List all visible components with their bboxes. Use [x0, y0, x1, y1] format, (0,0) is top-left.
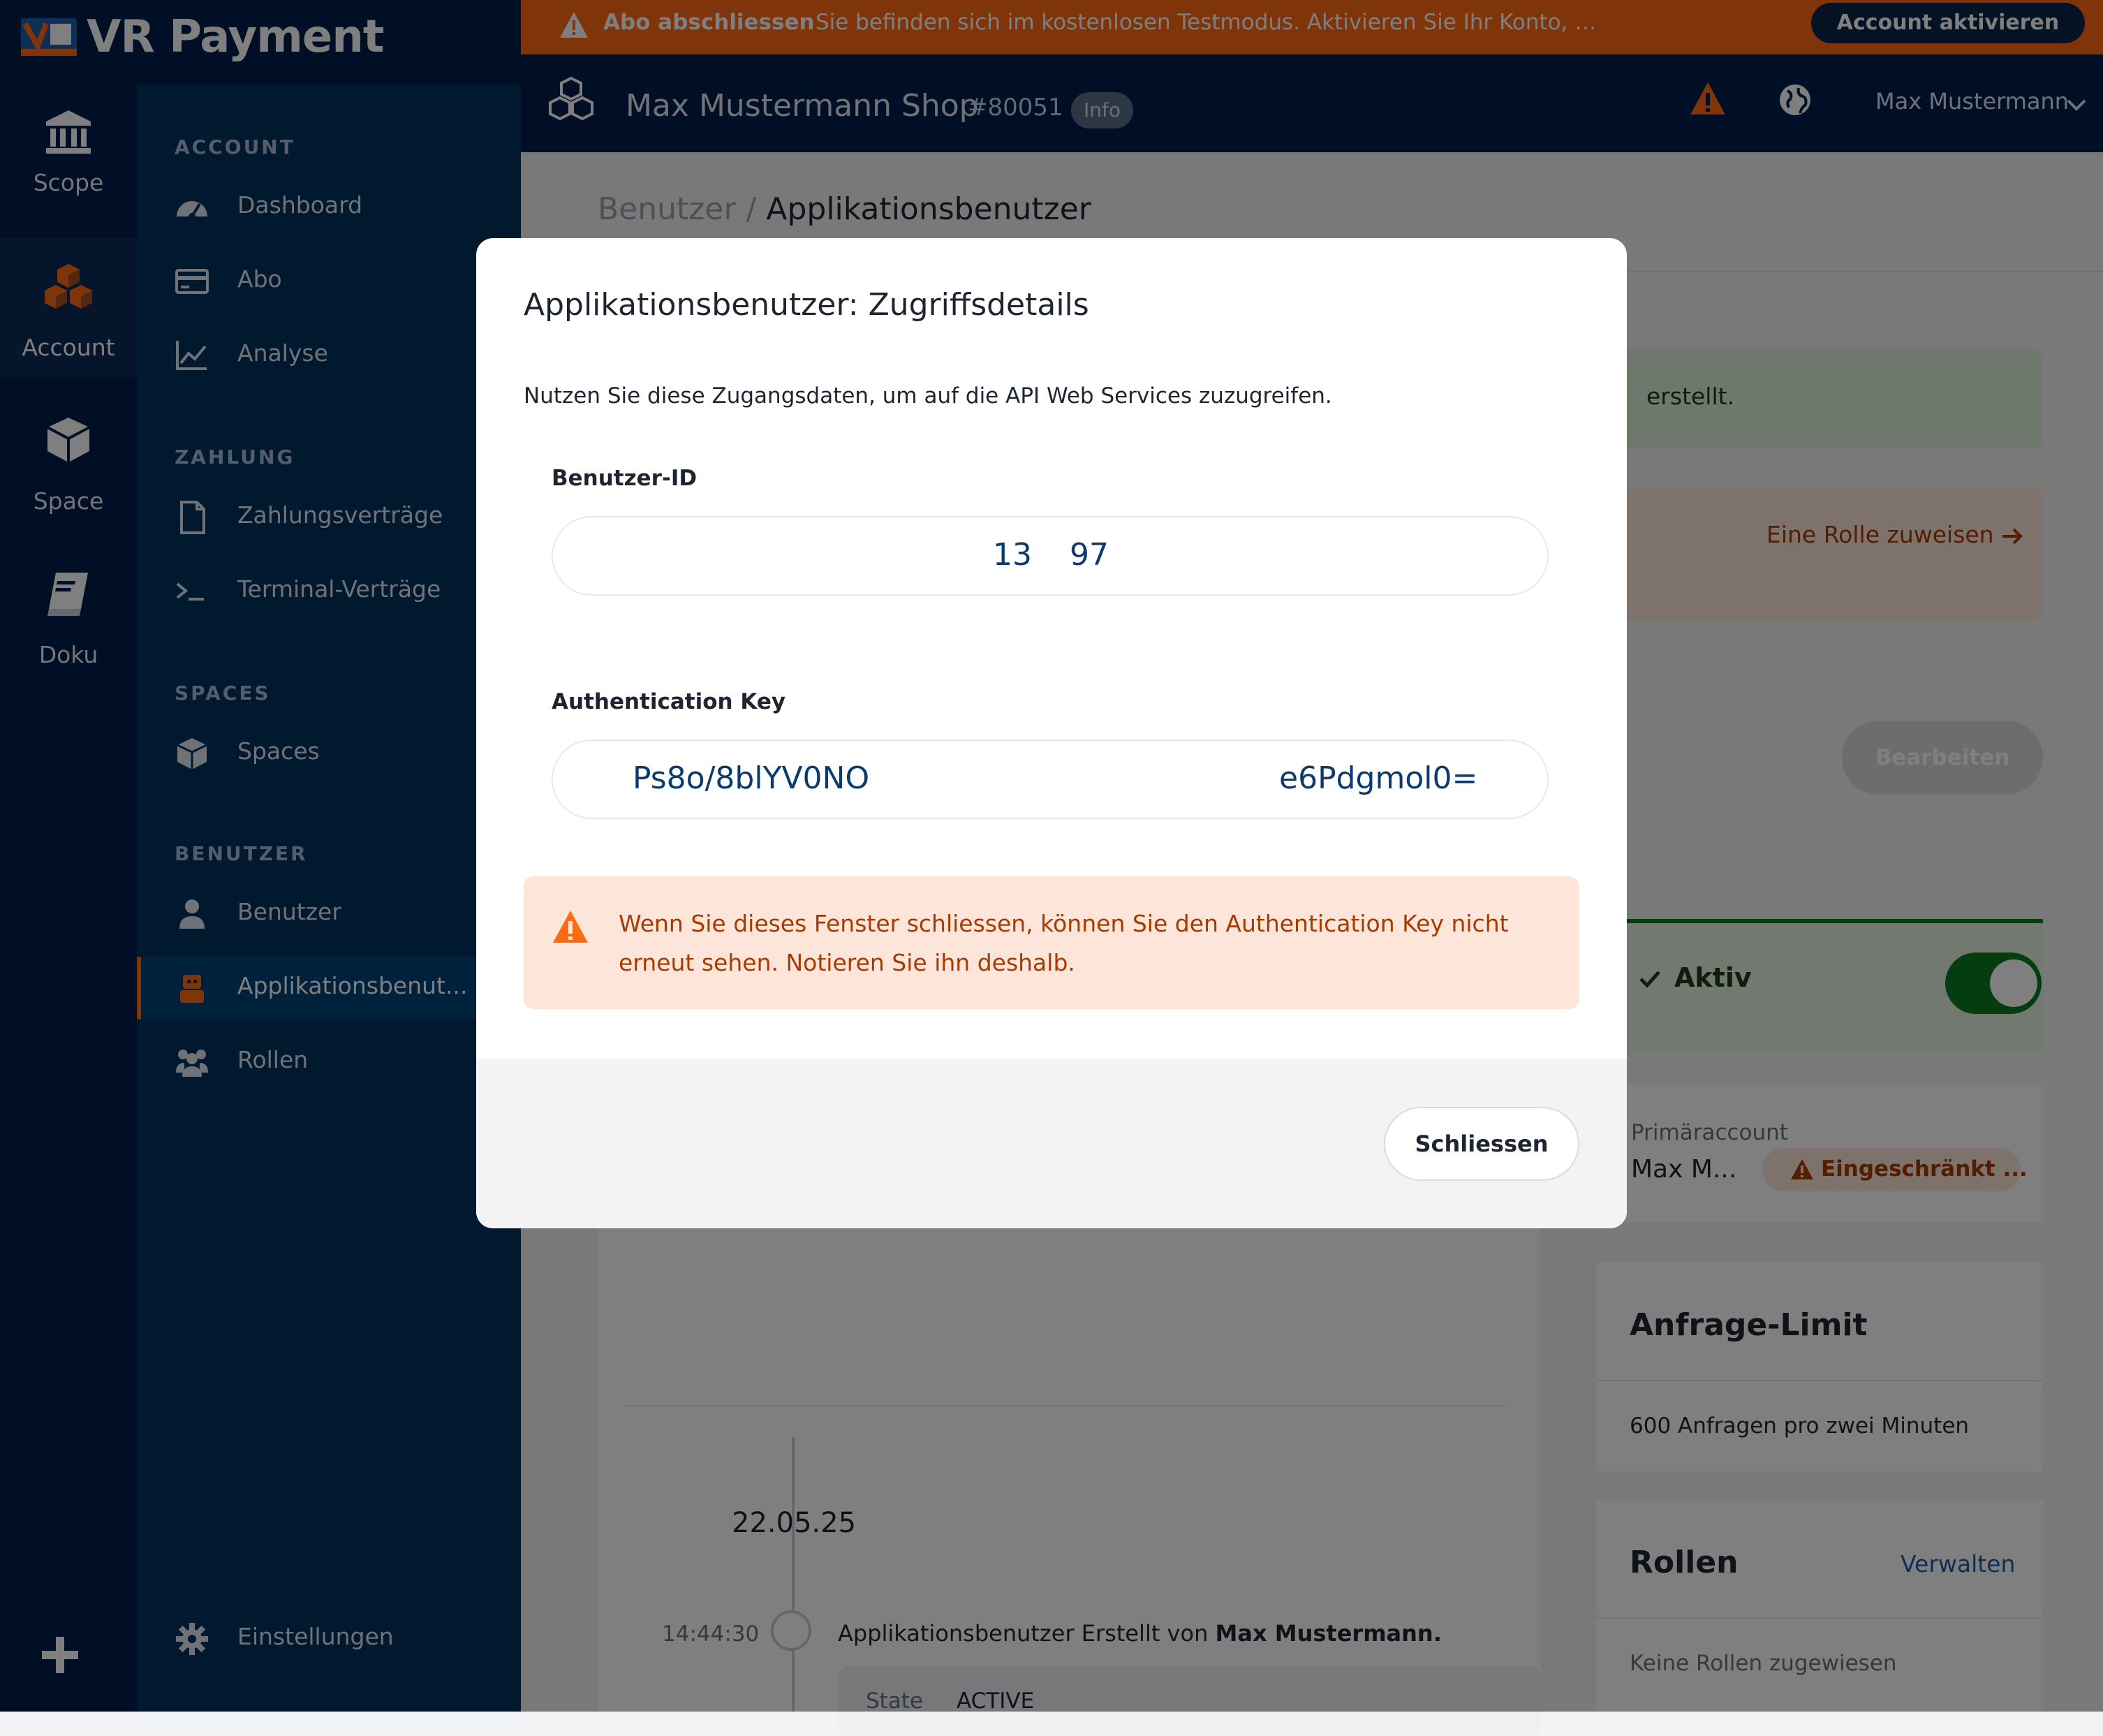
user-id-value-part1: 13	[993, 537, 1032, 573]
auth-key-value-part1: Ps8o/8blYV0NO	[633, 760, 870, 796]
auth-key-label: Authentication Key	[552, 689, 786, 714]
user-id-field[interactable]: 13 97	[552, 516, 1549, 596]
dialog-description: Nutzen Sie diese Zugangsdaten, um auf di…	[524, 383, 1332, 409]
user-id-label: Benutzer-ID	[552, 466, 698, 491]
auth-key-value-part2: e6Pdgmol0=	[1279, 760, 1478, 796]
auth-key-warning: Wenn Sie dieses Fenster schliessen, könn…	[524, 876, 1579, 1009]
user-id-value-part2: 97	[1070, 537, 1109, 573]
auth-key-field[interactable]: Ps8o/8blYV0NO e6Pdgmol0=	[552, 740, 1549, 819]
access-details-dialog: Applikationsbenutzer: Zugriffsdetails Nu…	[476, 238, 1627, 1228]
warning-icon	[552, 909, 589, 946]
close-button[interactable]: Schliessen	[1384, 1107, 1579, 1181]
dialog-title: Applikationsbenutzer: Zugriffsdetails	[524, 287, 1089, 323]
warning-text: Wenn Sie dieses Fenster schliessen, könn…	[619, 910, 1509, 976]
